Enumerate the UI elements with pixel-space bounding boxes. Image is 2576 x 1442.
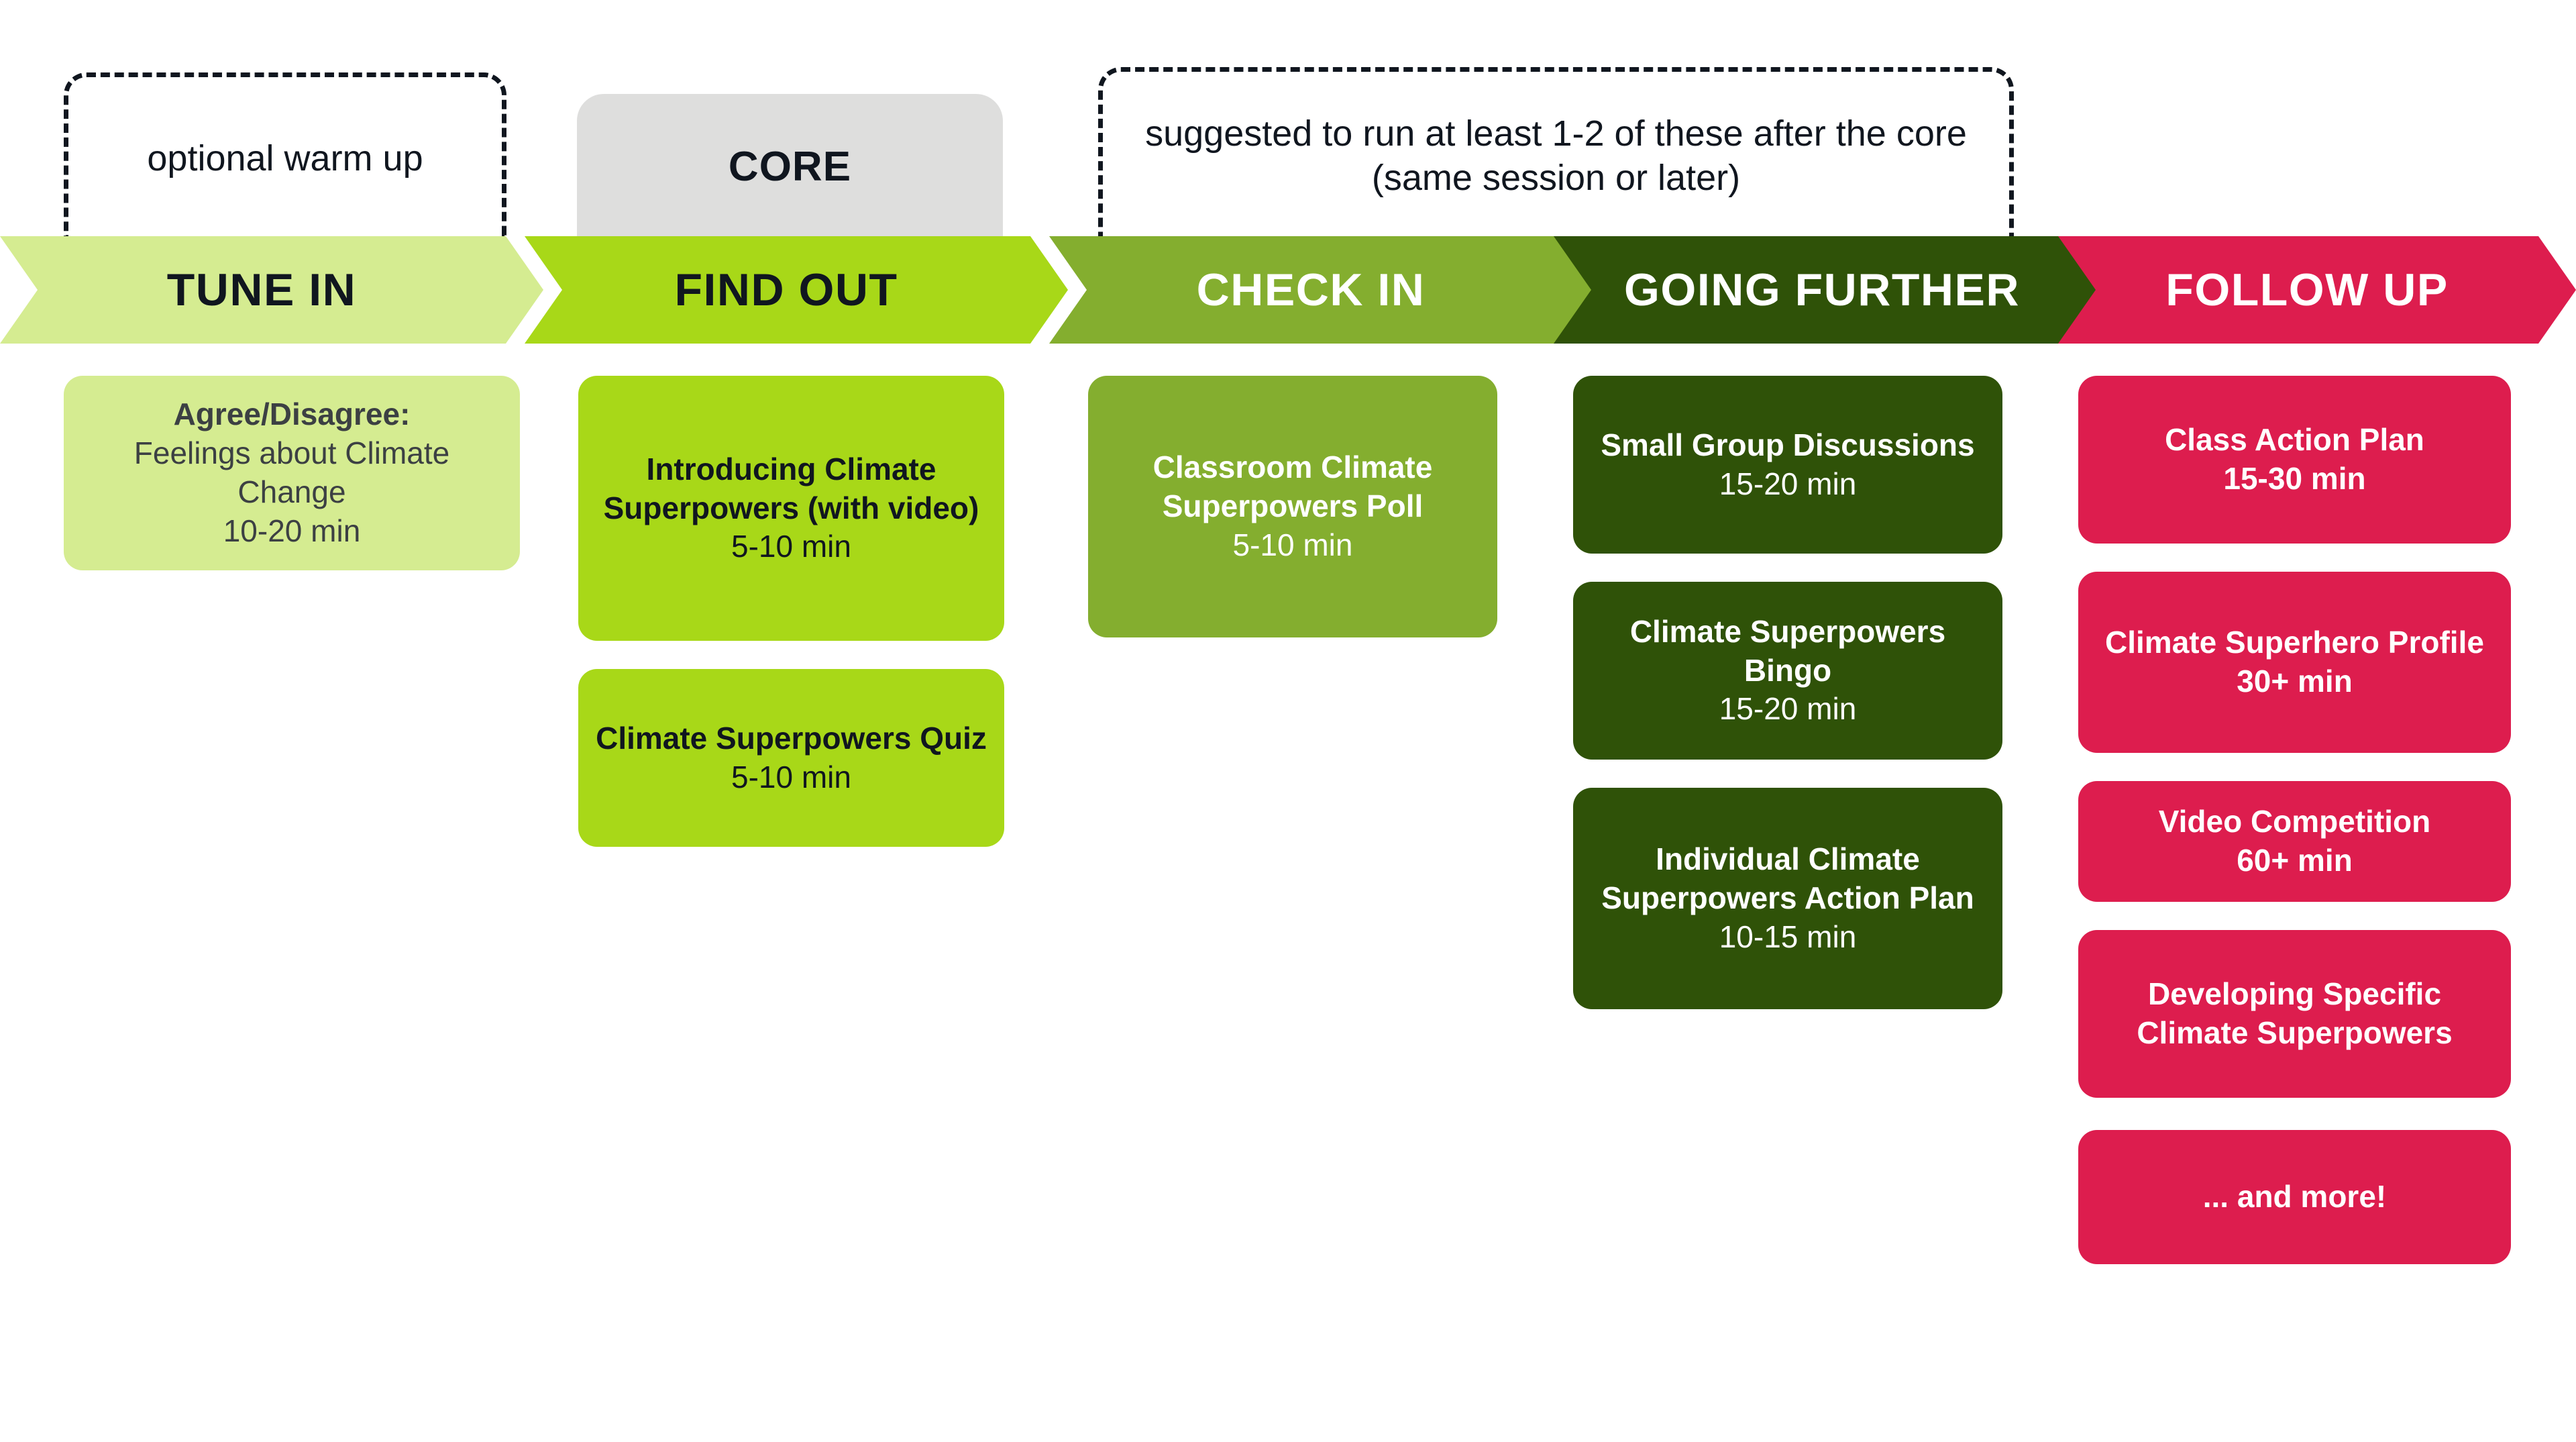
activity-card[interactable]: Individual Climate Superpowers Action Pl… bbox=[1573, 788, 2002, 1009]
stage-chevron-follow-up[interactable]: FOLLOW UP bbox=[2058, 236, 2576, 344]
activity-column-tune-in: Agree/Disagree: Feelings about Climate Ch… bbox=[64, 376, 520, 570]
activity-card-duration: 15-20 min bbox=[1719, 466, 1857, 501]
activity-card-title: Small Group Discussions bbox=[1601, 427, 1975, 462]
stage-chevron-label: GOING FURTHER bbox=[1624, 264, 2020, 315]
activity-card-duration: 5-10 min bbox=[1232, 527, 1353, 562]
stage-chevron-check-in[interactable]: CHECK IN bbox=[1049, 236, 1593, 344]
activity-card-title: Climate Superhero Profile bbox=[2105, 625, 2484, 660]
annotation-row: optional warm up CORE suggested to run a… bbox=[0, 0, 2576, 240]
activity-card-duration: 5-10 min bbox=[731, 759, 851, 794]
annotation-core-label: CORE bbox=[728, 144, 852, 191]
activity-card-duration: 30+ min bbox=[2237, 664, 2353, 699]
activity-card[interactable]: Small Group Discussions 15-20 min bbox=[1573, 376, 2002, 554]
annotation-suggested-run: suggested to run at least 1-2 of these a… bbox=[1098, 67, 2014, 240]
activity-card-title: Classroom Climate Superpowers Poll bbox=[1152, 450, 1433, 524]
activity-card-title: Climate Superpowers Bingo bbox=[1629, 613, 1946, 688]
activity-card[interactable]: Video Competition 60+ min bbox=[2078, 781, 2511, 902]
activity-card-subtitle: Feelings about Climate Change bbox=[133, 435, 450, 509]
activity-card[interactable]: Climate Superhero Profile 30+ min bbox=[2078, 572, 2511, 753]
annotation-optional-warm-up-label: optional warm up bbox=[147, 138, 423, 178]
activity-card[interactable]: Climate Superpowers Bingo 15-20 min bbox=[1573, 582, 2002, 760]
annotation-optional-warm-up: optional warm up bbox=[64, 72, 506, 240]
activity-card-duration: 10-20 min bbox=[223, 513, 361, 548]
activity-card[interactable]: Developing Specific Climate Superpowers bbox=[2078, 930, 2511, 1098]
activity-card-title: Agree/Disagree: bbox=[173, 397, 411, 432]
stage-chevron-label: CHECK IN bbox=[1196, 264, 1426, 315]
activity-card[interactable]: ... and more! bbox=[2078, 1130, 2511, 1264]
stage-chevron-going-further[interactable]: GOING FURTHER bbox=[1554, 236, 2110, 344]
activity-card-title: Class Action Plan bbox=[2165, 422, 2424, 458]
activity-card-duration: 10-15 min bbox=[1719, 919, 1857, 954]
activity-card[interactable]: Climate Superpowers Quiz 5-10 min bbox=[578, 669, 1004, 847]
stage-banner: TUNE IN FIND OUT CHECK IN GOING FURTHER FOLL… bbox=[0, 236, 2576, 344]
activity-column-going-further: Small Group Discussions 15-20 min Climate … bbox=[1573, 376, 2002, 1009]
activity-card[interactable]: Introducing Climate Superpowers (with vi… bbox=[578, 376, 1004, 641]
activity-card-title: Individual Climate Superpowers Action Pl… bbox=[1601, 841, 1974, 916]
activity-card-title: ... and more! bbox=[2202, 1179, 2387, 1215]
activity-card-duration: 5-10 min bbox=[731, 529, 851, 564]
activity-card[interactable]: Class Action Plan 15-30 min bbox=[2078, 376, 2511, 544]
activity-card-title: Video Competition bbox=[2158, 804, 2431, 839]
stage-chevron-label: FIND OUT bbox=[674, 264, 898, 315]
stage-chevron-find-out[interactable]: FIND OUT bbox=[525, 236, 1068, 344]
activity-card-duration: 15-30 min bbox=[2223, 461, 2366, 496]
stage-chevron-label: FOLLOW UP bbox=[2165, 264, 2449, 315]
activity-card[interactable]: Classroom Climate Superpowers Poll 5-10 m… bbox=[1088, 376, 1497, 637]
activity-column-follow-up: Class Action Plan 15-30 min Climate Superh… bbox=[2078, 376, 2511, 1264]
annotation-core: CORE bbox=[577, 94, 1003, 240]
activity-card-title: Introducing Climate Superpowers (with vi… bbox=[603, 451, 979, 525]
stage-chevron-tune-in[interactable]: TUNE IN bbox=[0, 236, 543, 344]
activity-card-title: Climate Superpowers Quiz bbox=[596, 720, 987, 756]
activity-card-title: Developing Specific Climate Superpowers bbox=[2137, 976, 2453, 1050]
stage-chevron-label: TUNE IN bbox=[166, 264, 357, 315]
activity-card-duration: 60+ min bbox=[2237, 843, 2353, 878]
activity-card[interactable]: Agree/Disagree: Feelings about Climate Ch… bbox=[64, 376, 520, 570]
annotation-suggested-run-label: suggested to run at least 1-2 of these a… bbox=[1145, 113, 1967, 198]
activity-column-find-out: Introducing Climate Superpowers (with vi… bbox=[578, 376, 1004, 847]
activity-column-check-in: Classroom Climate Superpowers Poll 5-10 m… bbox=[1088, 376, 1497, 637]
activity-card-duration: 15-20 min bbox=[1719, 691, 1857, 727]
activity-columns: Agree/Disagree: Feelings about Climate Ch… bbox=[0, 376, 2576, 1442]
